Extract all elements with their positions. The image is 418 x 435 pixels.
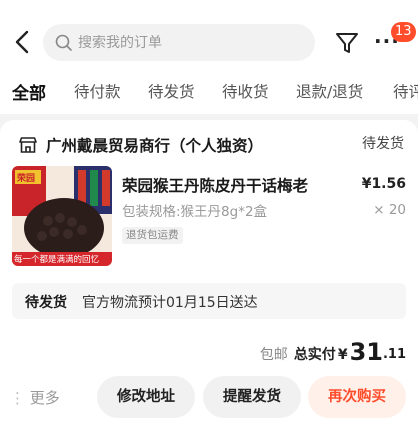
filter-button[interactable]	[334, 30, 360, 56]
product-title[interactable]: 荣园猴王丹陈皮丹干话梅老	[122, 174, 308, 196]
tab-pending-review[interactable]: 待评	[393, 80, 418, 102]
shipping-info-box[interactable]: 待发货 官方物流预计01月15日送达	[12, 283, 406, 319]
shipping-estimate: 官方物流预计01月15日送达	[82, 295, 258, 311]
total-label: 总实付	[293, 347, 336, 363]
tab-refund-return[interactable]: 退款/退货	[296, 80, 363, 102]
search-bar[interactable]	[43, 24, 315, 61]
message-count-badge: 13	[391, 22, 416, 42]
tab-all[interactable]: 全部	[12, 79, 46, 104]
order-status: 待发货	[362, 136, 404, 152]
product-spec: 包装规格:猴王丹8g*2盒	[122, 204, 268, 220]
free-shipping-note: 包邮	[259, 347, 288, 363]
product-price: ¥1.56	[361, 176, 406, 192]
product-quantity: × 20	[373, 202, 406, 218]
back-button[interactable]	[10, 26, 34, 58]
more-dots-icon: ⋮	[10, 389, 25, 407]
search-input[interactable]	[78, 34, 298, 51]
top-bar: ··· 13	[0, 0, 418, 66]
tab-pending-receipt[interactable]: 待收货	[222, 80, 269, 102]
modify-address-button[interactable]: 修改地址	[97, 376, 195, 418]
shipping-status: 待发货	[25, 295, 67, 311]
tab-pending-shipment[interactable]: 待发货	[148, 80, 195, 102]
order-total: 包邮 总实付 ¥ 31 .11	[260, 335, 406, 365]
more-actions-label: 更多	[29, 389, 60, 407]
remind-shipment-button[interactable]: 提醒发货	[203, 376, 301, 418]
shop-name: 广州戴晨贸易商行（个人独资）	[46, 137, 264, 155]
product-image[interactable]: 荣园 每一个都是满满的回忆	[12, 166, 112, 266]
filter-icon	[336, 33, 358, 53]
more-actions-link[interactable]: ⋮ 更多	[10, 387, 60, 408]
shop-icon	[19, 137, 37, 153]
shop-header[interactable]: 广州戴晨贸易商行（个人独资）	[18, 133, 263, 157]
total-amount-decimal: .11	[382, 347, 406, 362]
total-amount-integer: 31	[349, 338, 383, 366]
total-currency: ¥	[337, 347, 348, 363]
product-image-brand: 荣园	[17, 174, 36, 184]
buy-again-button[interactable]: 再次购买	[308, 376, 406, 418]
order-tabs: 全部 待付款 待发货 待收货 退款/退货 待评	[0, 66, 418, 114]
return-shipping-tag: 退货包运费	[122, 227, 183, 244]
chevron-left-icon	[15, 30, 29, 54]
tab-pending-payment[interactable]: 待付款	[74, 80, 121, 102]
product-image-banner: 每一个都是满满的回忆	[14, 255, 100, 265]
search-icon	[55, 34, 72, 51]
